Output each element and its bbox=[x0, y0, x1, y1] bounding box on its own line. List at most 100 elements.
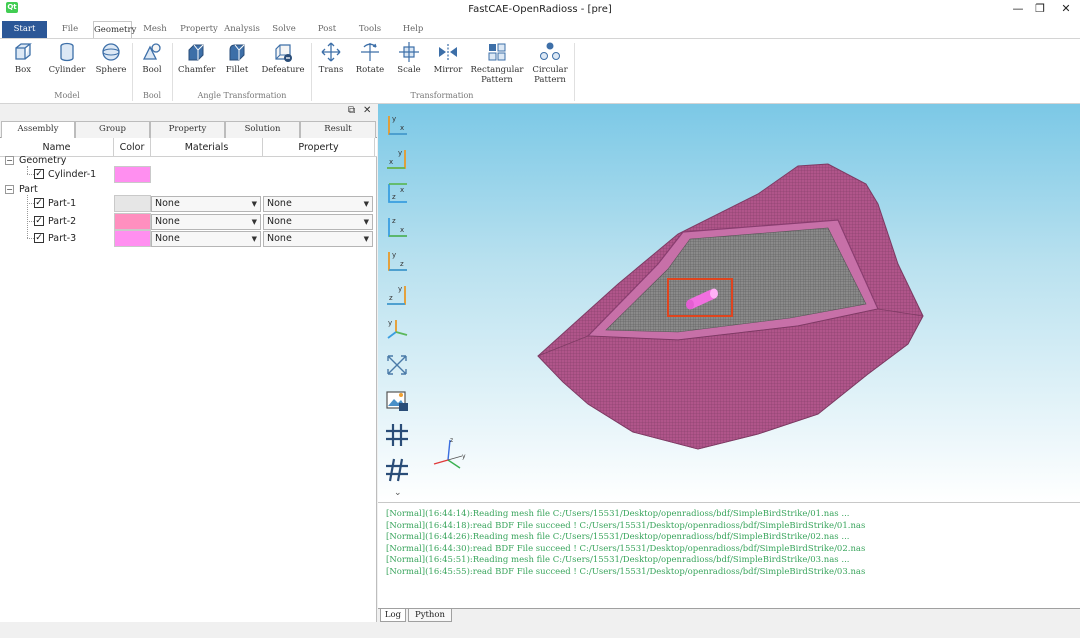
menu-tab-analysis[interactable]: Analysis bbox=[221, 21, 263, 38]
ribbon-group-bool: Bool bbox=[142, 91, 162, 100]
minimize-button[interactable]: — bbox=[1008, 2, 1028, 16]
color-swatch[interactable] bbox=[114, 195, 151, 212]
color-swatch[interactable] bbox=[114, 213, 151, 230]
rotate-icon bbox=[361, 43, 379, 61]
collapse-toggle-icon[interactable]: − bbox=[5, 185, 14, 194]
tree-node-part-3[interactable]: ✓ Part-3 None ▼ None ▼ bbox=[0, 230, 377, 247]
tree-node-part-2[interactable]: ✓ Part-2 None ▼ None ▼ bbox=[0, 213, 377, 230]
color-swatch[interactable] bbox=[114, 230, 151, 247]
close-panel-icon[interactable]: ✕ bbox=[363, 105, 371, 116]
chamfer-icon bbox=[188, 44, 204, 61]
tab-log[interactable]: Log bbox=[380, 609, 406, 622]
fillet-button[interactable]: Fillet bbox=[220, 41, 254, 75]
ribbon-separator bbox=[574, 43, 575, 101]
dropdown-arrow-icon: ▼ bbox=[363, 218, 369, 226]
log-line: [Normal](16:44:26):Reading mesh file C:/… bbox=[386, 532, 850, 542]
material-dropdown[interactable]: None ▼ bbox=[151, 214, 261, 230]
bool-button[interactable]: Bool bbox=[138, 41, 166, 75]
cylinder-icon bbox=[60, 42, 74, 62]
restore-button[interactable]: ❐ bbox=[1030, 2, 1050, 16]
tab-group[interactable]: Group bbox=[75, 121, 150, 138]
tab-solution[interactable]: Solution bbox=[225, 121, 300, 138]
menu-tab-post[interactable]: Post bbox=[312, 21, 342, 38]
property-dropdown[interactable]: None ▼ bbox=[263, 214, 373, 230]
menu-tab-start[interactable]: Start bbox=[2, 21, 47, 38]
scale-icon bbox=[399, 42, 419, 62]
ribbon-toolbar: Box Cylinder Sphere Model Bool Bool Cham… bbox=[0, 38, 1080, 104]
cylinder-button[interactable]: Cylinder bbox=[46, 41, 88, 75]
property-dropdown[interactable]: None ▼ bbox=[263, 231, 373, 247]
part-name: Part-2 bbox=[48, 216, 77, 227]
tree-node-part-1[interactable]: ✓ Part-1 None ▼ None ▼ bbox=[0, 195, 377, 212]
svg-text:y: y bbox=[462, 453, 466, 460]
circular-pattern-icon bbox=[540, 42, 560, 60]
visibility-checkbox[interactable]: ✓ bbox=[34, 169, 44, 179]
ribbon-separator bbox=[132, 43, 133, 101]
visibility-checkbox[interactable]: ✓ bbox=[34, 216, 44, 226]
mirror-icon bbox=[439, 44, 457, 60]
visibility-checkbox[interactable]: ✓ bbox=[34, 198, 44, 208]
visibility-checkbox[interactable]: ✓ bbox=[34, 233, 44, 243]
status-bar bbox=[0, 622, 1080, 638]
panel-tabs: Assembly Group Property Solution Result bbox=[0, 119, 377, 138]
log-line: [Normal](16:45:51):Reading mesh file C:/… bbox=[386, 555, 850, 565]
defeature-icon bbox=[275, 44, 292, 62]
dropdown-arrow-icon: ▼ bbox=[363, 235, 369, 243]
log-console[interactable]: [Normal](16:44:14):Reading mesh file C:/… bbox=[378, 502, 1080, 610]
menu-tab-help[interactable]: Help bbox=[398, 21, 428, 38]
ribbon-group-model: Model bbox=[54, 91, 80, 100]
circular-pattern-button[interactable]: Circular Pattern bbox=[528, 41, 572, 85]
console-tabs: Log Python bbox=[378, 608, 1080, 622]
scale-button[interactable]: Scale bbox=[394, 41, 424, 75]
window-title: FastCAE-OpenRadioss - [pre] bbox=[468, 4, 612, 15]
tab-python[interactable]: Python bbox=[408, 609, 452, 622]
model-tree-panel: ⧉ ✕ Assembly Group Property Solution Res… bbox=[0, 104, 377, 622]
svg-text:z: z bbox=[450, 437, 453, 444]
log-line: [Normal](16:44:14):Reading mesh file C:/… bbox=[386, 509, 850, 519]
ribbon-group-transformation: Transformation bbox=[410, 91, 474, 100]
ribbon-separator bbox=[311, 43, 312, 101]
mesh-model bbox=[537, 163, 924, 450]
defeature-button[interactable]: Defeature bbox=[260, 41, 306, 75]
bool-icon bbox=[142, 43, 161, 60]
rectangular-pattern-button[interactable]: Rectangular Pattern bbox=[470, 41, 524, 85]
box-button[interactable]: Box bbox=[6, 41, 40, 75]
material-dropdown[interactable]: None ▼ bbox=[151, 196, 261, 212]
tab-assembly[interactable]: Assembly bbox=[1, 121, 75, 138]
sphere-icon bbox=[102, 43, 120, 61]
ribbon-group-angle-transformation: Angle Transformation bbox=[197, 91, 287, 100]
dropdown-arrow-icon: ▼ bbox=[363, 200, 369, 208]
property-dropdown[interactable]: None ▼ bbox=[263, 196, 373, 212]
ribbon-separator bbox=[172, 43, 173, 101]
dropdown-arrow-icon: ▼ bbox=[251, 200, 257, 208]
fillet-icon bbox=[229, 44, 245, 61]
orientation-axes-icon: z y bbox=[433, 437, 466, 469]
close-button[interactable]: ✕ bbox=[1056, 2, 1076, 16]
menu-bar: Start File Geometry Mesh Property Analys… bbox=[0, 20, 1080, 55]
menu-tab-file[interactable]: File bbox=[52, 21, 88, 38]
menu-tab-mesh[interactable]: Mesh bbox=[140, 21, 170, 38]
tab-result[interactable]: Result bbox=[300, 121, 376, 138]
sphere-button[interactable]: Sphere bbox=[94, 41, 128, 75]
mirror-button[interactable]: Mirror bbox=[430, 41, 466, 75]
part-name: Part-3 bbox=[48, 233, 77, 244]
material-dropdown[interactable]: None ▼ bbox=[151, 231, 261, 247]
log-line: [Normal](16:45:55):read BDF File succeed… bbox=[386, 567, 866, 577]
3d-viewport[interactable]: yx yx xz zx yz yz y ⌄ z y bbox=[378, 104, 1080, 502]
collapse-toggle-icon[interactable]: − bbox=[5, 156, 14, 165]
dropdown-arrow-icon: ▼ bbox=[251, 235, 257, 243]
float-panel-icon[interactable]: ⧉ bbox=[348, 105, 355, 116]
menu-tab-tools[interactable]: Tools bbox=[353, 21, 387, 38]
trans-button[interactable]: Trans bbox=[316, 41, 346, 75]
title-bar: Qt FastCAE-OpenRadioss - [pre] — ❐ ✕ bbox=[0, 0, 1080, 20]
tab-property[interactable]: Property bbox=[150, 121, 225, 138]
menu-tab-geometry[interactable]: Geometry bbox=[93, 21, 136, 38]
menu-tab-solve[interactable]: Solve bbox=[268, 21, 300, 38]
log-line: [Normal](16:44:30):read BDF File succeed… bbox=[386, 544, 866, 554]
rotate-button[interactable]: Rotate bbox=[352, 41, 388, 75]
dropdown-arrow-icon: ▼ bbox=[251, 218, 257, 226]
menu-tab-property[interactable]: Property bbox=[178, 21, 220, 38]
move-arrows-icon bbox=[321, 42, 341, 62]
box-icon bbox=[15, 43, 32, 60]
chamfer-button[interactable]: Chamfer bbox=[178, 41, 215, 75]
